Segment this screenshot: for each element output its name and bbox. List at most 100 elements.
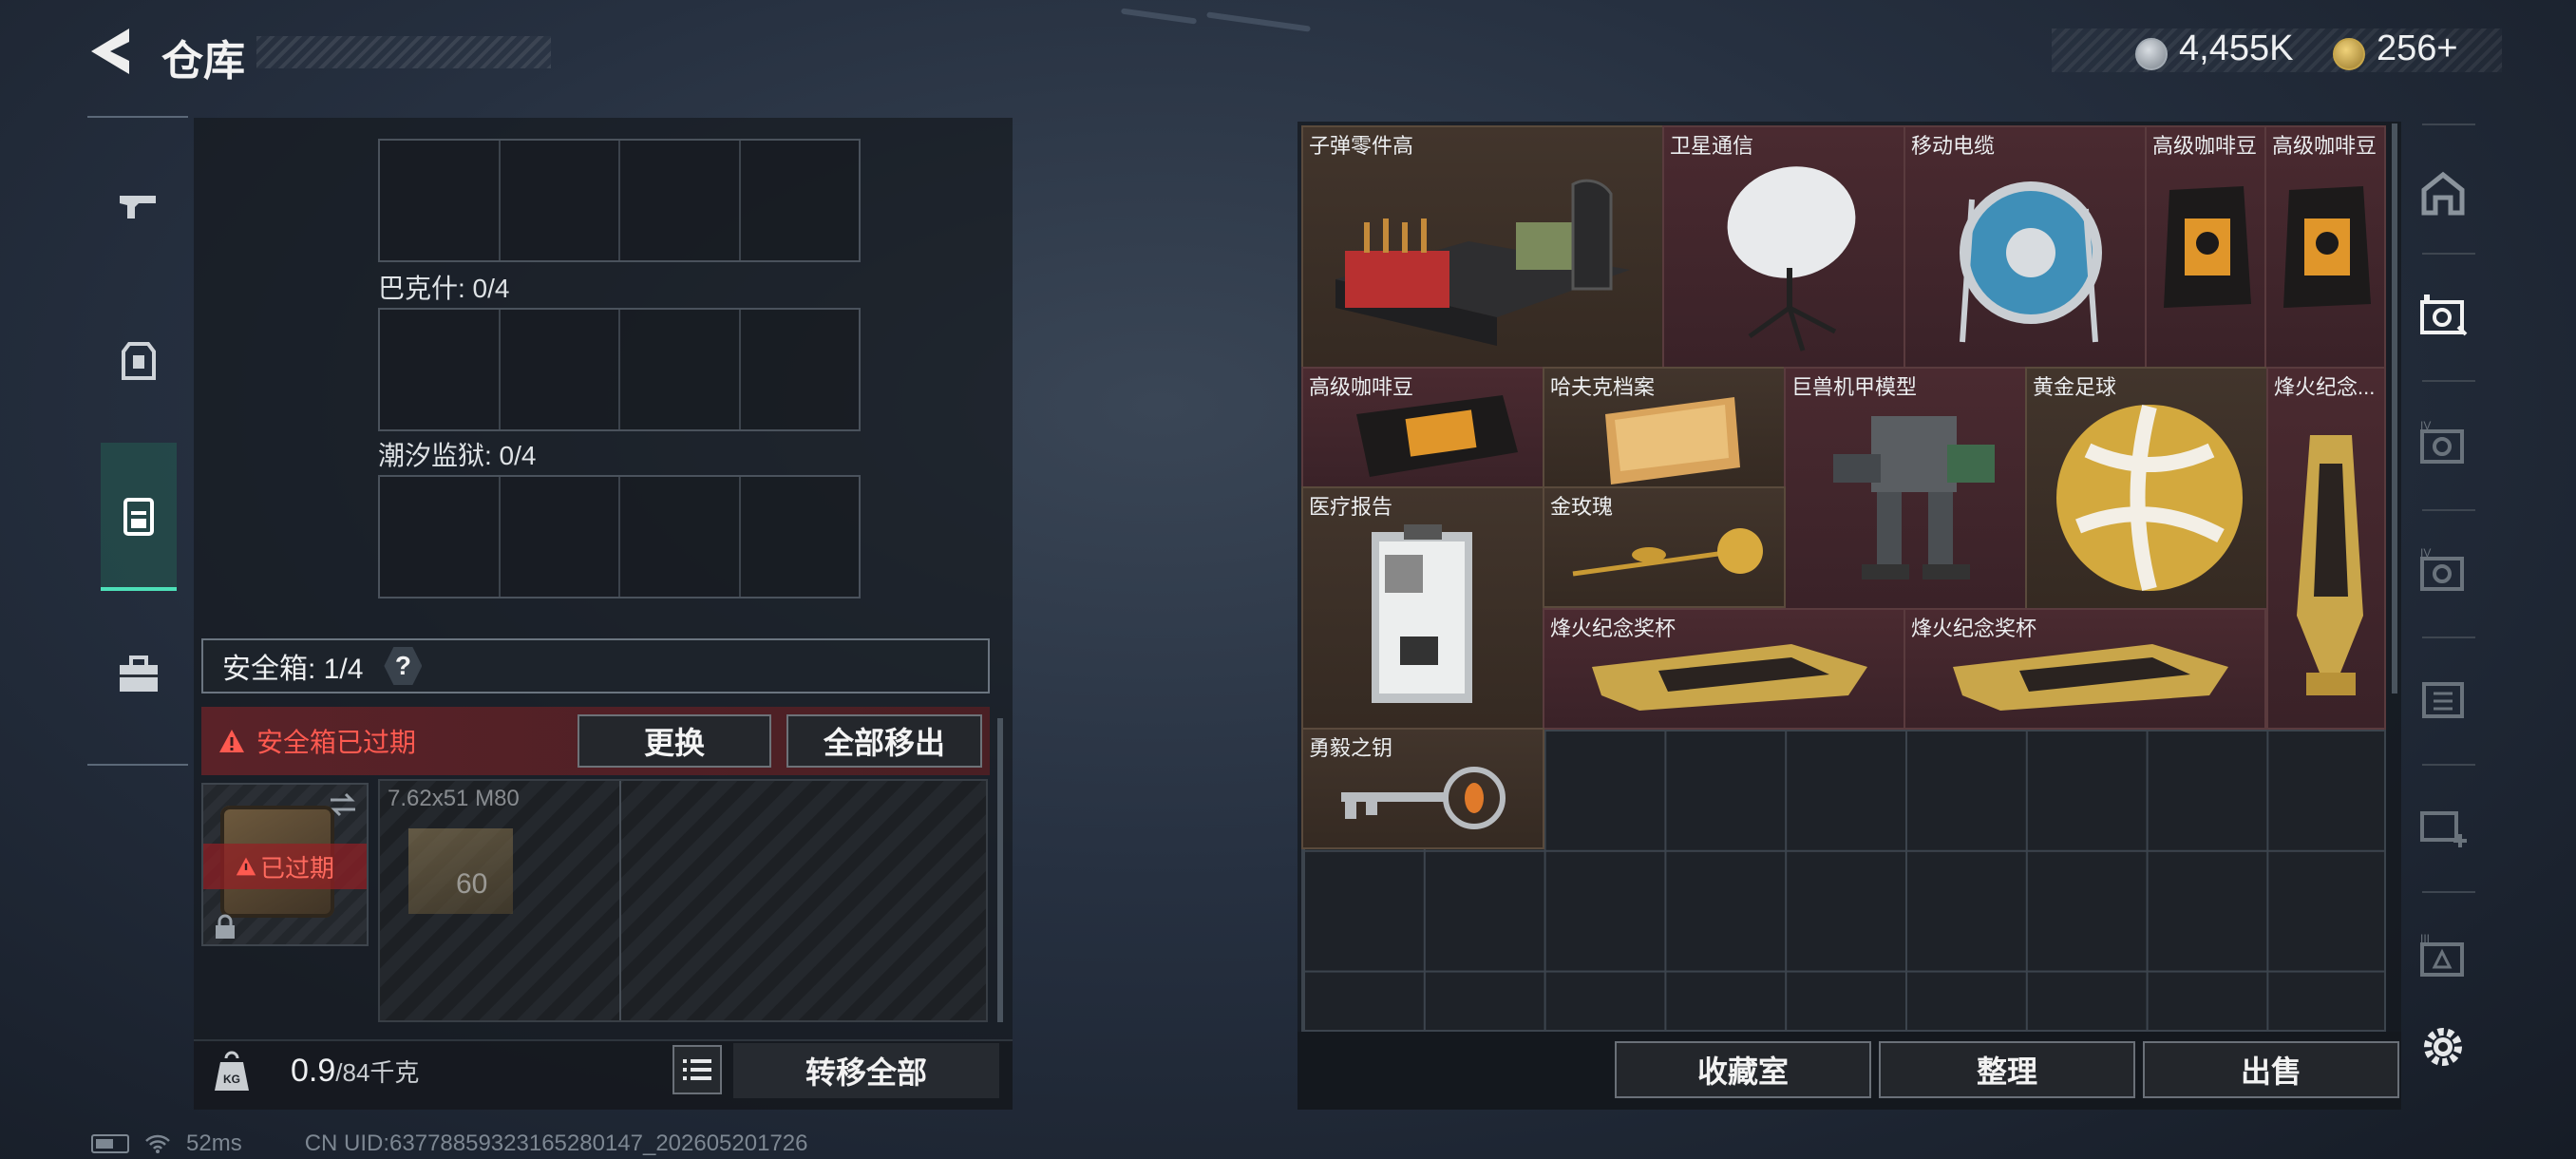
item-satellite-comm[interactable]: 卫星通信 (1662, 125, 1905, 369)
safebox-label: 安全箱: 1/4 (222, 654, 364, 685)
rnav-separator (2422, 891, 2475, 893)
nav-weapons[interactable] (101, 167, 177, 243)
gold-coin-icon (2333, 38, 2365, 70)
rnav-separator (2422, 253, 2475, 255)
silver-coin-icon (2135, 38, 2168, 70)
ping-value: 52ms (186, 1130, 242, 1156)
item-coffee-beans-2[interactable]: 高级咖啡豆 (2264, 125, 2386, 369)
vault-tier-icon: IV (2420, 419, 2464, 464)
nav-armor[interactable] (101, 323, 177, 399)
title-decoration (256, 36, 551, 68)
container-icon (2422, 682, 2464, 718)
slot-grid-tide-prison[interactable] (378, 475, 861, 598)
organize-button[interactable]: 整理 (1879, 1041, 2135, 1098)
user-uid: CN UID:6377885932316528014​7_20260520172… (304, 1130, 808, 1156)
list-view-button[interactable] (672, 1045, 722, 1094)
ammo-crate-icon (1335, 179, 1630, 346)
warning-icon (219, 730, 244, 752)
rnav-storage-4a[interactable]: IV (2413, 414, 2473, 475)
slot-label-tide-prison: 潮汐监狱: 0/4 (378, 441, 537, 470)
back-arrow-icon[interactable] (87, 25, 133, 78)
rnav-storage-1[interactable] (2413, 285, 2473, 346)
clipboard-icon (1372, 524, 1472, 703)
warning-icon (236, 857, 256, 876)
safebox-slot[interactable]: 已过期 (201, 783, 369, 946)
key-icon (1341, 767, 1506, 829)
lock-icon (216, 914, 235, 939)
rnav-storage-4b[interactable]: IV (2413, 542, 2473, 602)
sell-button[interactable]: 出售 (2143, 1041, 2399, 1098)
rnav-storage-3[interactable]: III (2413, 927, 2473, 988)
weight-max: /84千克 (335, 1058, 420, 1087)
nav-toolbox[interactable] (101, 636, 177, 712)
item-name: 移动电缆 (1911, 134, 1996, 158)
item-gold-rose[interactable]: 金玫瑰 (1543, 486, 1786, 608)
ammo-count: 60 (456, 868, 488, 900)
rnav-home[interactable] (2413, 163, 2473, 224)
move-all-out-button[interactable]: 全部移出 (786, 714, 982, 768)
armor-icon (122, 342, 156, 380)
vault-icon (2420, 294, 2468, 336)
rnav-add-storage[interactable] (2413, 796, 2473, 857)
expired-message: 安全箱已过期 (256, 728, 417, 757)
item-beacon-trophy-2[interactable]: 烽火纪念奖杯 (1904, 608, 2266, 730)
gold-currency-value[interactable]: 256+ (2377, 28, 2458, 69)
item-coffee-beans-1[interactable]: 高级咖啡豆 (2145, 125, 2266, 369)
replace-button[interactable]: 更换 (578, 714, 771, 768)
svg-text:KG: KG (223, 1073, 240, 1086)
trophy-icon (1953, 644, 2228, 711)
wifi-icon (145, 1134, 170, 1153)
item-mobile-cable[interactable]: 移动电缆 (1904, 125, 2147, 369)
expired-badge-label: 已过期 (259, 853, 334, 883)
item-beast-mech-model[interactable]: 巨兽机甲模型 (1784, 367, 2027, 610)
rose-icon (1572, 528, 1763, 577)
left-scrollbar[interactable] (997, 718, 1003, 1022)
silver-currency-value: 4,455K (2179, 28, 2294, 68)
weight-current: 0.9 (291, 1053, 336, 1089)
rnav-separator (2422, 380, 2475, 382)
item-name: 子弹零件高 (1309, 134, 1414, 158)
weight-value: 0.9/84千克 (291, 1053, 419, 1090)
expired-badge: 已过期 (203, 844, 367, 889)
nav-storage[interactable] (101, 443, 177, 591)
status-row: 52ms CN UID:6377885932316528014​7_202605… (91, 1130, 808, 1157)
vault-tier-icon: IV (2420, 546, 2464, 591)
mech-icon (1833, 416, 1995, 580)
page-title: 仓库 (161, 38, 245, 85)
item-gold-football[interactable]: 黄金足球 (2025, 367, 2268, 610)
collection-room-button[interactable]: 收藏室 (1615, 1041, 1871, 1098)
item-coffee-beans-3[interactable]: 高级咖啡豆 (1301, 367, 1544, 488)
add-container-icon (2420, 811, 2467, 847)
item-key-of-courage[interactable]: 勇毅之钥 (1301, 728, 1544, 849)
slot-label-bakhsh: 巴克什: 0/4 (378, 274, 510, 303)
item-name: 医疗报告 (1309, 495, 1393, 519)
transfer-all-button[interactable]: 转移全部 (733, 1043, 999, 1098)
ammo-item[interactable]: 7.62x51 M80 60 (380, 781, 621, 1020)
item-beacon-trophy-1[interactable]: 烽火纪念奖杯 (1543, 608, 1905, 730)
backpack-icon (123, 498, 154, 536)
slot-grid-bakhsh[interactable] (378, 308, 861, 431)
svg-text:IV: IV (2420, 546, 2431, 560)
right-scrollbar[interactable] (2392, 124, 2397, 694)
trophy-icon (2297, 435, 2363, 695)
satellite-dish-icon (1727, 166, 1856, 352)
coffee-bag-icon (1356, 395, 1518, 477)
shelter-icon (2421, 171, 2465, 216)
safebox-row: 安全箱: 1/4 ? (201, 638, 990, 694)
slot-grid-top[interactable] (378, 139, 861, 262)
item-beacon-trophy-small[interactable]: 烽火纪念... (2266, 367, 2386, 730)
list-icon (683, 1059, 711, 1080)
folder-icon (1605, 397, 1740, 484)
item-haavk-archive[interactable]: 哈夫克档案 (1543, 367, 1786, 488)
gear-icon[interactable] (2418, 1022, 2468, 1072)
item-bullet-parts[interactable]: 子弹零件高 (1301, 125, 1664, 369)
ammo-name: 7.62x51 M80 (388, 786, 520, 811)
item-name: 烽火纪念... (2274, 375, 2376, 399)
swap-icon[interactable] (327, 790, 359, 819)
help-icon[interactable]: ? (384, 647, 423, 685)
rnav-separator (2422, 509, 2475, 511)
item-name: 高级咖啡豆 (2272, 134, 2377, 158)
rnav-storage-extra[interactable] (2413, 669, 2473, 730)
item-medical-report[interactable]: 医疗报告 (1301, 486, 1544, 730)
vault-tier-icon: III (2420, 932, 2464, 977)
